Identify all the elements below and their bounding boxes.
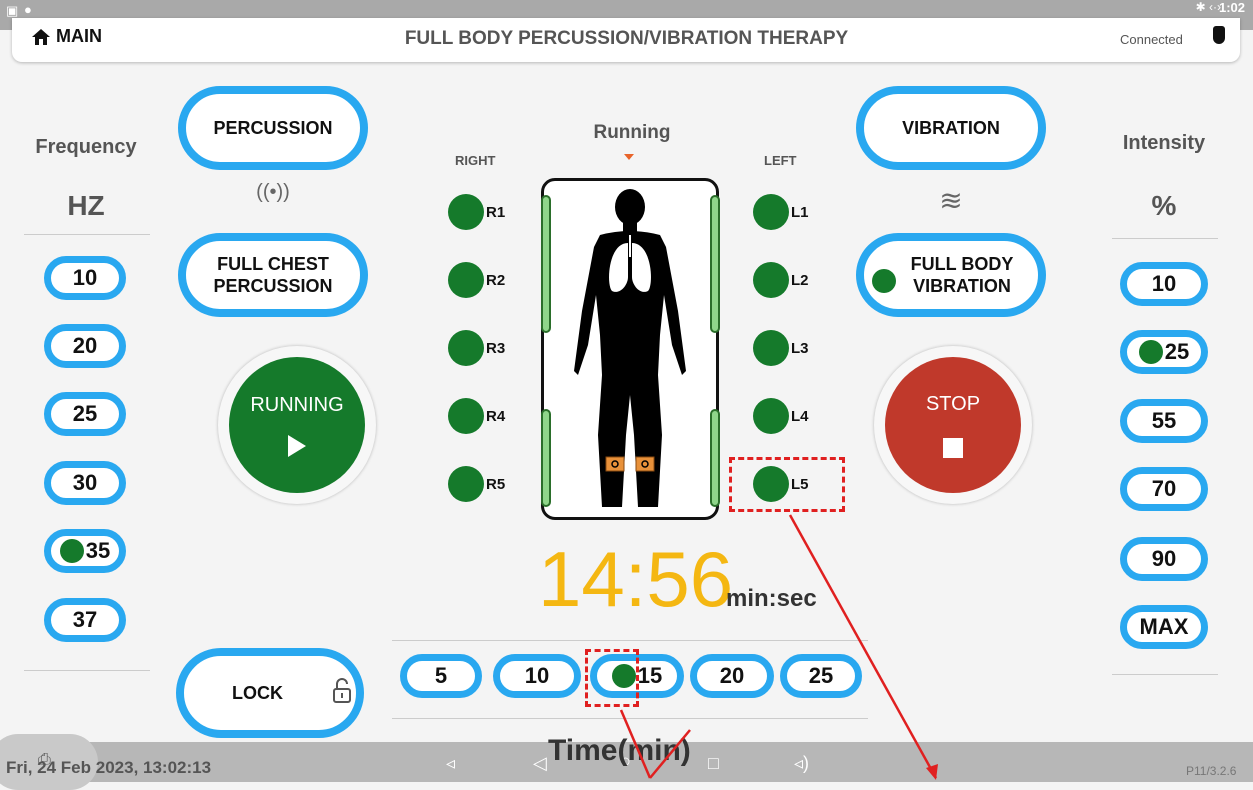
annotation-arrows	[619, 514, 938, 780]
